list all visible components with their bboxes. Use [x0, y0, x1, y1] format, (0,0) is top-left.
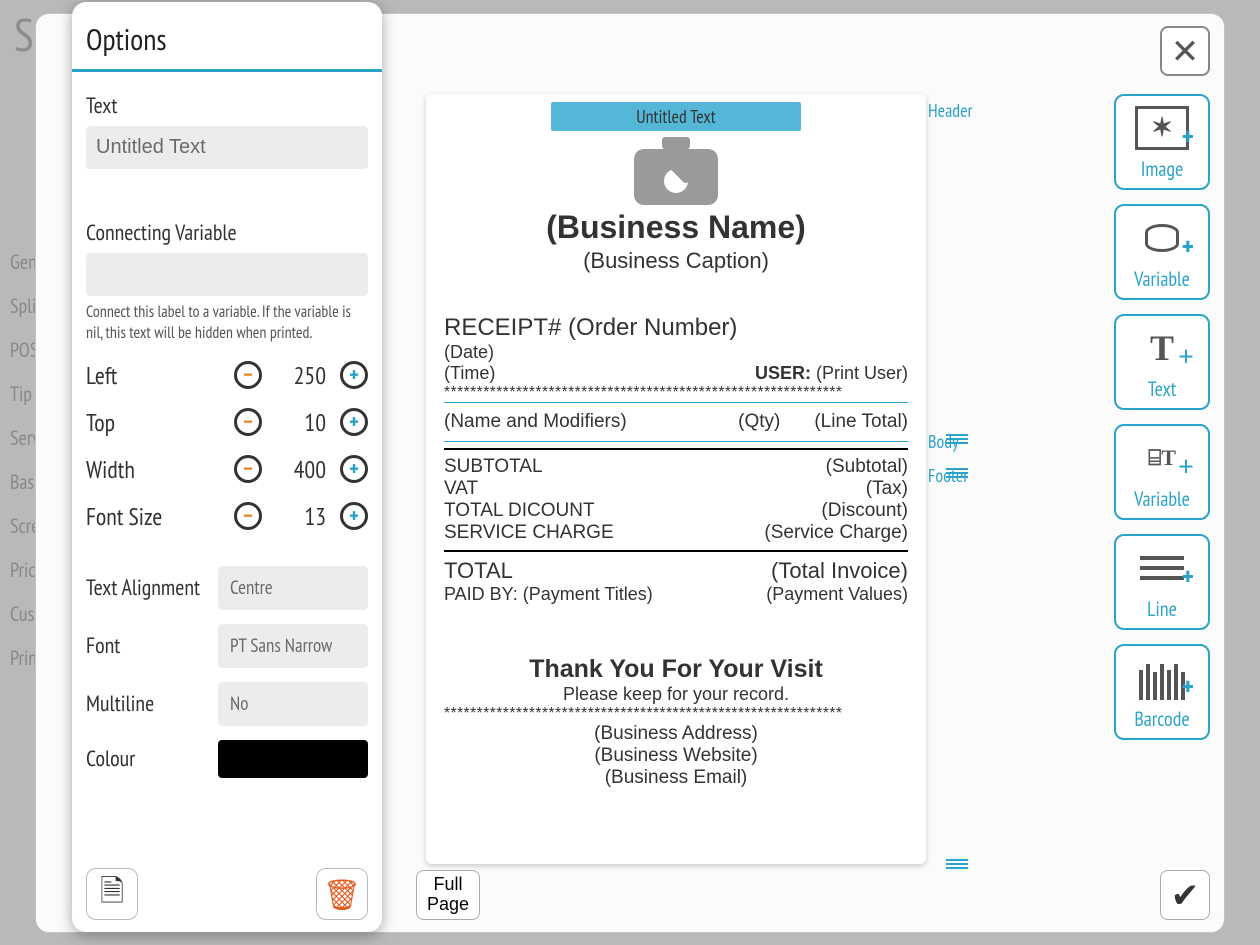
trash-icon: 🗑 [323, 875, 361, 914]
add-line-button[interactable]: + Line [1114, 534, 1210, 630]
business-name[interactable]: (Business Name) [444, 209, 908, 246]
thank-you-text[interactable]: Thank You For Your Visit [444, 655, 908, 684]
fontsize-increment[interactable]: + [340, 502, 368, 530]
duplicate-button[interactable]: 🗎 [86, 868, 138, 920]
date-field[interactable]: (Date) [444, 342, 494, 363]
colour-label: Colour [86, 745, 135, 773]
connecting-variable-help: Connect this label to a variable. If the… [86, 302, 368, 344]
receipt-number-row[interactable]: RECEIPT# (Order Number) [444, 314, 908, 342]
variable-image-icon: + [1134, 216, 1190, 260]
divider-stars[interactable]: ****************************************… [444, 384, 908, 402]
image-icon: + [1134, 106, 1190, 150]
confirm-button[interactable]: ✔ [1160, 870, 1210, 920]
add-variable-text-button[interactable]: ⌸T+ Variable [1114, 424, 1210, 520]
rule-line[interactable] [444, 550, 908, 552]
top-increment[interactable]: + [340, 408, 368, 436]
keep-record-text[interactable]: Please keep for your record. [444, 684, 908, 705]
section-drag-handle[interactable] [946, 432, 968, 444]
width-stepper-row: Width − 400 + [86, 454, 368, 485]
connecting-variable-label: Connecting Variable [86, 219, 368, 247]
add-text-button[interactable]: T+ Text [1114, 314, 1210, 410]
text-icon: T+ [1134, 326, 1190, 370]
user-field[interactable]: USER: (Print User) [755, 363, 908, 384]
options-title: Options [86, 20, 368, 59]
line-item-name[interactable]: (Name and Modifiers) [444, 411, 627, 433]
font-select[interactable]: PT Sans Narrow [218, 624, 368, 668]
barcode-icon: + [1134, 656, 1190, 700]
line-item-qty[interactable]: (Qty) [738, 411, 780, 433]
section-label-header: Header [928, 99, 972, 122]
delete-button[interactable]: 🗑 [316, 868, 368, 920]
fontsize-decrement[interactable]: − [234, 502, 262, 530]
duplicate-icon: 🗎 [100, 869, 124, 920]
top-value: 10 [276, 407, 326, 438]
business-caption[interactable]: (Business Caption) [444, 248, 908, 274]
font-label: Font [86, 632, 120, 660]
connecting-variable-input[interactable] [86, 253, 368, 296]
element-toolbox: + Image + Variable T+ Text ⌸T+ Variable … [1114, 94, 1210, 740]
multiline-label: Multiline [86, 690, 154, 718]
fontsize-stepper-row: Font Size − 13 + [86, 501, 368, 532]
section-drag-handle[interactable] [946, 466, 968, 478]
add-barcode-button[interactable]: + Barcode [1114, 644, 1210, 740]
add-variable-image-button[interactable]: + Variable [1114, 204, 1210, 300]
full-page-button[interactable]: Full Page [416, 870, 480, 920]
section-divider[interactable] [444, 402, 908, 403]
left-stepper-row: Left − 250 + [86, 360, 368, 391]
fontsize-value: 13 [276, 501, 326, 532]
rule-line[interactable] [444, 448, 908, 450]
close-icon: ✕ [1171, 29, 1200, 73]
check-icon: ✔ [1171, 873, 1200, 917]
options-panel: Options Text Connecting Variable Connect… [72, 2, 382, 932]
divider-stars[interactable]: ****************************************… [444, 705, 908, 723]
left-increment[interactable]: + [340, 361, 368, 389]
logo-placeholder-icon[interactable] [628, 135, 724, 205]
divider [72, 69, 382, 72]
section-drag-handle[interactable] [946, 857, 968, 869]
colour-picker[interactable] [218, 740, 368, 778]
left-decrement[interactable]: − [234, 361, 262, 389]
top-stepper-row: Top − 10 + [86, 407, 368, 438]
left-value: 250 [276, 360, 326, 391]
line-item-total[interactable]: (Line Total) [814, 411, 908, 433]
width-increment[interactable]: + [340, 455, 368, 483]
receipt-preview-canvas[interactable]: Untitled Text (Business Name) (Business … [426, 94, 926, 864]
multiline-select[interactable]: No [218, 682, 368, 726]
variable-text-icon: ⌸T+ [1134, 436, 1190, 480]
top-decrement[interactable]: − [234, 408, 262, 436]
close-button[interactable]: ✕ [1160, 26, 1210, 76]
selected-element-badge[interactable]: Untitled Text [551, 102, 801, 131]
width-decrement[interactable]: − [234, 455, 262, 483]
add-image-button[interactable]: + Image [1114, 94, 1210, 190]
alignment-select[interactable]: Centre [218, 566, 368, 610]
section-divider[interactable] [444, 441, 908, 442]
alignment-label: Text Alignment [86, 574, 200, 602]
width-value: 400 [276, 454, 326, 485]
text-value-input[interactable] [86, 126, 368, 169]
time-field[interactable]: (Time) [444, 363, 495, 384]
text-label: Text [86, 92, 368, 120]
line-icon: + [1134, 546, 1190, 590]
